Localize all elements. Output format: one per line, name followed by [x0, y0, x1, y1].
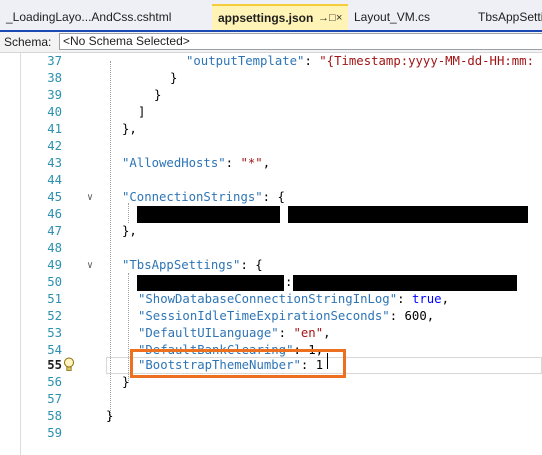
redacted-block — [137, 275, 284, 291]
code-text: }, — [122, 122, 137, 136]
schema-dropdown[interactable]: <No Schema Selected> — [59, 33, 542, 50]
redacted-block — [137, 206, 280, 223]
line-number: 56 — [47, 375, 62, 389]
line-number: 49 — [47, 258, 62, 272]
tab-label: TbsAppSetti — [478, 10, 542, 24]
line-number: 41 — [47, 122, 62, 136]
json-value: "en" — [293, 326, 324, 340]
code-line: 59 — [0, 425, 542, 442]
line-number: 38 — [47, 71, 62, 85]
json-key: "ShowDatabaseConnectionStringInLog" — [138, 292, 398, 306]
tab-label: appsettings.json — [218, 11, 314, 25]
line-number: 59 — [47, 426, 62, 440]
code-line: 41 }, — [0, 121, 542, 138]
annotation-highlight-box — [130, 349, 346, 378]
json-key: "outputTemplate" — [186, 54, 305, 68]
json-value: "{Timestamp:yyyy-MM-dd-HH:mm: — [319, 54, 534, 68]
line-number: 46 — [47, 207, 62, 221]
code-text: "TbsAppSettings": { — [122, 258, 263, 272]
code-line: 38 } — [0, 70, 542, 87]
pin-tab-icon[interactable]: →□ — [318, 6, 336, 30]
line-number: 55 — [47, 358, 62, 372]
code-line: 42 — [0, 138, 542, 155]
code-text: } — [154, 88, 162, 102]
line-number: 42 — [47, 139, 62, 153]
json-value: "*" — [240, 156, 263, 170]
code-text: "DefaultUILanguage": "en", — [138, 326, 331, 340]
code-line: 43 "AllowedHosts": "*", — [0, 155, 542, 172]
document-tab-bar: _LoadingLayo...AndCss.cshtml appsettings… — [0, 0, 542, 32]
collapse-chevron-icon[interactable]: ∨ — [87, 189, 93, 206]
text-caret — [327, 353, 328, 369]
line-number: 37 — [47, 54, 62, 68]
code-line: 39 } — [0, 87, 542, 104]
tab-loading-layout[interactable]: _LoadingLayo...AndCss.cshtml — [0, 4, 210, 30]
line-number: 51 — [47, 292, 62, 306]
tab-layout-vm[interactable]: Layout_VM.cs — [348, 4, 468, 30]
code-editor[interactable]: 37 "outputTemplate": "{Timestamp:yyyy-MM… — [0, 53, 542, 455]
code-line: 50 : — [0, 274, 542, 291]
code-line: 58 } — [0, 408, 542, 425]
code-line: 47 }, — [0, 223, 542, 240]
code-text: } — [106, 409, 114, 423]
line-number: 39 — [47, 88, 62, 102]
line-number: 40 — [47, 105, 62, 119]
code-line: 57 — [0, 391, 542, 408]
code-text: "ShowDatabaseConnectionStringInLog": tru… — [138, 292, 449, 306]
code-line: 46 — [0, 206, 542, 223]
code-line: 48 — [0, 240, 542, 257]
json-key: "SessionIdleTimeExpirationSeconds" — [138, 309, 390, 323]
json-key: "AllowedHosts" — [122, 156, 226, 170]
code-text: : — [285, 275, 293, 289]
line-number: 43 — [47, 156, 62, 170]
line-number: 44 — [47, 173, 62, 187]
lightbulb-icon[interactable] — [63, 357, 75, 372]
redacted-block — [293, 275, 517, 291]
json-value: true — [411, 292, 442, 306]
line-number: 45 — [47, 190, 62, 204]
code-line: 40 ] — [0, 104, 542, 121]
close-tab-icon[interactable]: × — [336, 6, 342, 30]
json-value: 600 — [404, 309, 427, 323]
code-text: }, — [122, 224, 137, 238]
code-line: 53 "DefaultUILanguage": "en", — [0, 325, 542, 342]
collapse-chevron-icon[interactable]: ∨ — [87, 257, 93, 274]
line-number: 58 — [47, 409, 62, 423]
line-number: 47 — [47, 224, 62, 238]
code-line: 44 — [0, 172, 542, 189]
code-text: ] — [138, 105, 146, 119]
line-number: 48 — [47, 241, 62, 255]
code-text: } — [122, 375, 130, 389]
line-number: 53 — [47, 326, 62, 340]
code-text: "outputTemplate": "{Timestamp:yyyy-MM-dd… — [186, 54, 534, 68]
schema-label: Schema: — [4, 35, 52, 49]
code-text: } — [170, 71, 178, 85]
code-line: 52 "SessionIdleTimeExpirationSeconds": 6… — [0, 308, 542, 325]
tab-appsettings[interactable]: appsettings.json →□ × — [212, 4, 348, 30]
code-line: 51 "ShowDatabaseConnectionStringInLog": … — [0, 291, 542, 308]
line-number: 52 — [47, 309, 62, 323]
code-line: 45 ∨ "ConnectionStrings": { — [0, 189, 542, 206]
tab-label: Layout_VM.cs — [354, 10, 431, 24]
code-line: 37 "outputTemplate": "{Timestamp:yyyy-MM… — [0, 53, 542, 70]
json-key: "TbsAppSettings" — [122, 258, 241, 272]
code-text: "ConnectionStrings": { — [122, 190, 285, 204]
json-key: "ConnectionStrings" — [122, 190, 263, 204]
code-line: 49 ∨ "TbsAppSettings": { — [0, 257, 542, 274]
tab-tbsappsettings[interactable]: TbsAppSetti — [472, 4, 542, 30]
json-key: "DefaultUILanguage" — [138, 326, 279, 340]
schema-bar: Schema: <No Schema Selected> — [0, 32, 542, 53]
tab-label: _LoadingLayo...AndCss.cshtml — [6, 10, 172, 24]
line-number: 50 — [47, 275, 62, 289]
code-text: "AllowedHosts": "*", — [122, 156, 271, 170]
redacted-block — [288, 206, 528, 223]
line-number: 57 — [47, 392, 62, 406]
code-text: "SessionIdleTimeExpirationSeconds": 600, — [138, 309, 435, 323]
